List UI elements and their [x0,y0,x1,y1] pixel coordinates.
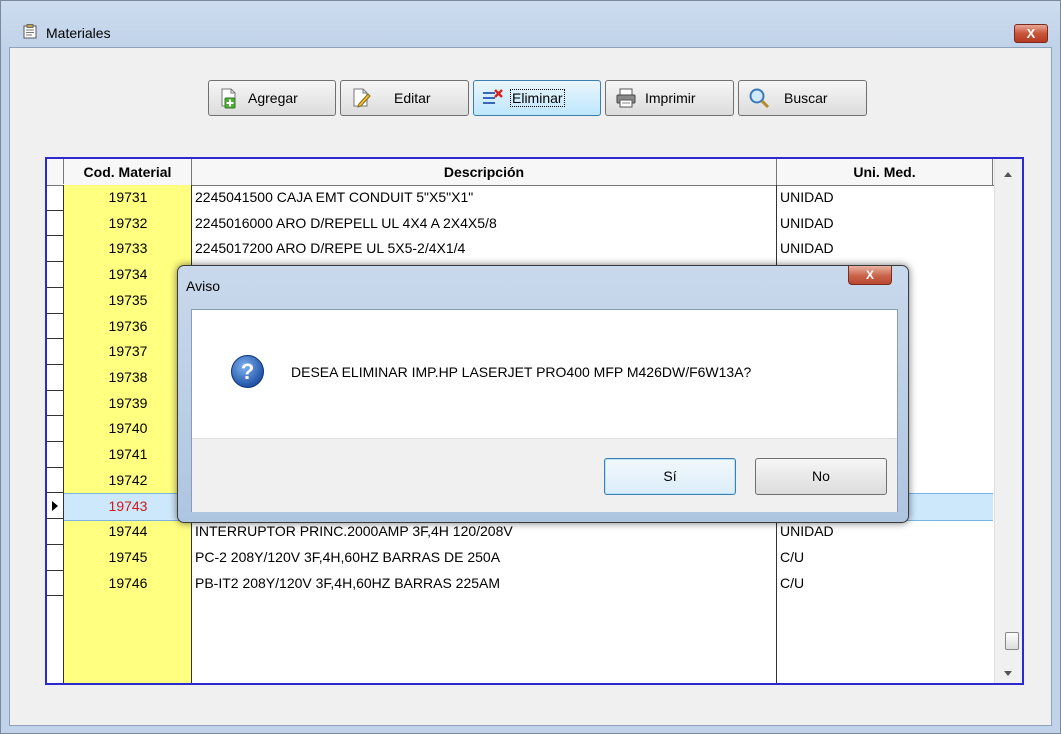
row-divider [47,261,63,263]
cell-code: 19735 [108,291,148,308]
row-divider [47,466,63,468]
delete-button[interactable]: Eliminar [473,80,601,116]
cell-description: 2245017200 ARO D/REPE UL 5X5-2/4X1/4 [195,240,466,257]
row-divider [47,492,63,494]
printer-icon [616,88,636,108]
cell-code: 19734 [108,266,148,283]
table-row[interactable]: 19732 2245016000 ARO D/REPELL UL 4X4 A 2X… [64,211,993,237]
print-button-label: Imprimir [645,90,696,106]
cell-unit: UNIDAD [780,214,834,231]
cell-code: 19739 [108,394,148,411]
table-row[interactable]: 19731 2245041500 CAJA EMT CONDUIT 5"X5"X1… [64,185,993,211]
edit-button[interactable]: Editar [340,80,469,116]
row-divider [47,415,63,417]
delete-row-icon [483,89,503,104]
cell-code: 19736 [108,317,148,334]
row-divider [47,595,63,597]
cell-description: PC-2 208Y/120V 3F,4H,60HZ BARRAS DE 250A [195,548,501,565]
cell-description: PB-IT2 208Y/120V 3F,4H,60HZ BARRAS 225AM [195,574,501,591]
cell-description: 2245016000 ARO D/REPELL UL 4X4 A 2X4X5/8 [195,214,497,231]
search-icon [749,88,770,109]
cell-unit: C/U [780,548,805,565]
cell-unit: C/U [780,574,805,591]
row-divider [47,389,63,391]
cell-code: 19732 [108,214,148,231]
table-row[interactable]: 19745 PC-2 208Y/120V 3F,4H,60HZ BARRAS DE… [64,545,993,571]
cell-code: 19733 [108,240,148,257]
window-close-button[interactable]: X [1014,24,1048,43]
row-divider [47,235,63,237]
close-icon: X [865,268,874,282]
cell-code: 19746 [108,574,148,591]
column-header-code[interactable]: Cod. Material [64,159,192,185]
column-header-unit[interactable]: Uni. Med. [777,159,993,185]
row-divider [47,312,63,314]
cell-code: 19738 [108,368,148,385]
vertical-scrollbar[interactable] [994,159,1022,683]
print-button[interactable]: Imprimir [605,80,734,116]
edit-button-label: Editar [394,90,431,106]
question-icon: ? [231,355,264,388]
yes-button[interactable]: Sí [604,458,736,495]
cell-code: 19731 [108,189,148,205]
row-divider [47,363,63,365]
row-divider [47,543,63,545]
row-indicator-column [47,185,64,683]
search-button[interactable]: Buscar [738,80,867,116]
delete-button-label: Eliminar [510,89,565,107]
dialog-close-button[interactable]: X [848,266,892,285]
row-divider [47,569,63,571]
edit-document-icon [353,88,371,108]
no-button[interactable]: No [755,458,887,495]
row-divider [47,441,63,442]
cell-code: 19743 [108,498,148,515]
table-row[interactable]: 19746 PB-IT2 208Y/120V 3F,4H,60HZ BARRAS … [64,571,993,597]
cell-code: 19745 [108,548,148,565]
search-button-label: Buscar [784,90,828,106]
window-title: Materiales [46,25,111,41]
cell-description: 2245041500 CAJA EMT CONDUIT 5"X5"X1" [195,189,474,205]
add-button[interactable]: Agregar [208,80,336,116]
dialog-body: ? DESEA ELIMINAR IMP.HP LASERJET PRO400 … [191,309,898,512]
header-row-selector [47,159,64,184]
current-row-pointer-icon [52,501,58,512]
scroll-down-icon[interactable] [1004,671,1012,676]
close-icon: X [1026,26,1036,41]
cell-unit: UNIDAD [780,189,834,205]
row-divider [47,286,63,288]
cell-code: 19744 [108,523,148,540]
column-header-description[interactable]: Descripción [192,159,777,185]
add-document-icon [221,88,236,109]
svg-text:?: ? [241,359,254,384]
title-bar: Materiales X [1,1,1060,43]
clipboard-icon [23,24,37,39]
row-divider [47,209,63,211]
cell-unit: UNIDAD [780,240,834,257]
grid-header: Cod. Material Descripción Uni. Med. [47,159,1022,186]
row-divider [47,518,63,520]
cell-code: 19737 [108,343,148,360]
row-divider [47,338,63,340]
dialog-message: DESEA ELIMINAR IMP.HP LASERJET PRO400 MF… [291,364,752,380]
scroll-thumb[interactable] [1005,632,1019,650]
confirm-dialog: Aviso X ? DESEA ELIMINAR IMP.HP LASERJET… [177,265,909,523]
table-row[interactable]: 19733 2245017200 ARO D/REPE UL 5X5-2/4X1/… [64,236,993,262]
cell-code: 19742 [108,471,148,488]
cell-code: 19741 [108,446,148,462]
cell-code: 19740 [108,420,148,437]
scroll-up-icon[interactable] [1004,172,1012,177]
dialog-title: Aviso [186,278,220,294]
add-button-label: Agregar [248,90,298,106]
